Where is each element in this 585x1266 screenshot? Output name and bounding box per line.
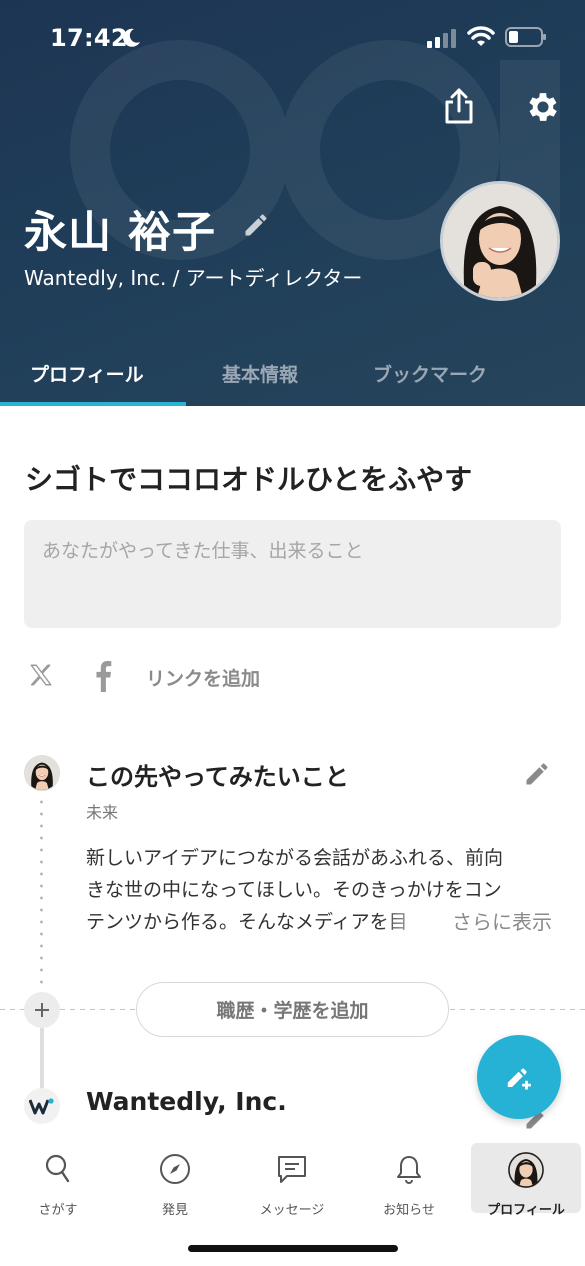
add-career-button[interactable]: 職歴・学歴を追加 — [136, 982, 449, 1037]
compose-fab[interactable] — [477, 1035, 561, 1119]
wantedly-logo-icon — [29, 1098, 54, 1115]
tab-bookmarks[interactable]: ブックマーク — [373, 360, 487, 387]
status-time: 17:42 — [50, 24, 128, 52]
tab-basic-info[interactable]: 基本情報 — [222, 360, 298, 387]
nav-search-label: さがす — [38, 1203, 78, 1218]
nav-profile-label: プロフィール — [487, 1203, 565, 1218]
profile-header: 17:42 永山 裕子 Wantedly, Inc. / アートディレクター プ… — [0, 0, 585, 406]
timeline-avatar — [24, 755, 60, 791]
profile-subtitle: Wantedly, Inc. / アートディレクター — [24, 266, 363, 290]
home-indicator — [188, 1245, 398, 1252]
profile-tagline[interactable]: シゴトでココロオドルひとをふやす — [25, 458, 472, 498]
nav-profile[interactable]: プロフィール — [471, 1143, 581, 1218]
plus-icon — [35, 1003, 49, 1017]
social-links-row: リンクを追加 — [24, 656, 424, 696]
avatar-portrait-small — [25, 756, 59, 790]
facebook-icon[interactable] — [92, 660, 114, 692]
bell-icon — [397, 1156, 421, 1184]
nav-discover-label: 発見 — [161, 1203, 188, 1218]
wifi-icon — [467, 26, 495, 46]
nav-discover[interactable]: 発見 — [120, 1143, 230, 1218]
future-line-2: きな世の中になってほしい。そのきっかけをコン — [86, 879, 502, 901]
cellular-signal-icon — [427, 29, 456, 48]
add-timeline-button[interactable] — [24, 992, 60, 1028]
status-bar: 17:42 — [0, 0, 585, 80]
search-icon — [45, 1154, 70, 1183]
gear-icon[interactable] — [524, 88, 562, 126]
share-icon[interactable] — [442, 86, 476, 126]
timeline-solid-line — [40, 1028, 44, 1090]
moon-icon — [123, 28, 140, 47]
profile-tabs: プロフィール 基本情報 ブックマーク — [0, 350, 585, 406]
future-section-title: この先やってみたいこと — [86, 763, 349, 791]
edit-future-icon[interactable] — [523, 760, 551, 788]
edit-name-icon[interactable] — [242, 211, 270, 239]
future-line-1: 新しいアイデアにつながる会話があふれる、前向 — [86, 847, 504, 869]
battery-icon — [505, 27, 546, 47]
profile-name: 永山 裕子 — [24, 208, 216, 258]
wantedly-logo — [24, 1088, 60, 1124]
timeline-dotted-line — [40, 796, 43, 988]
about-input[interactable]: あなたがやってきた仕事、出来ること — [24, 520, 561, 628]
nav-messages[interactable]: メッセージ — [237, 1143, 347, 1218]
add-link-button[interactable]: リンクを追加 — [146, 664, 260, 691]
avatar-portrait — [443, 184, 557, 298]
future-label: 未来 — [86, 803, 119, 822]
company-name: Wantedly, Inc. — [86, 1087, 287, 1116]
nav-notifications[interactable]: お知らせ — [354, 1143, 464, 1218]
tab-profile[interactable]: プロフィール — [30, 360, 144, 387]
nav-avatar — [508, 1152, 544, 1188]
nav-search[interactable]: さがす — [3, 1143, 113, 1218]
compass-icon — [160, 1154, 190, 1184]
x-icon[interactable] — [28, 662, 54, 688]
see-more-link[interactable]: さらに表示 — [448, 906, 552, 935]
nav-messages-label: メッセージ — [259, 1203, 325, 1218]
edit-plus-icon — [507, 1068, 531, 1090]
nav-notifications-label: お知らせ — [383, 1203, 435, 1218]
message-icon — [278, 1156, 306, 1183]
profile-avatar[interactable] — [440, 181, 560, 301]
active-tab-indicator — [0, 402, 186, 406]
